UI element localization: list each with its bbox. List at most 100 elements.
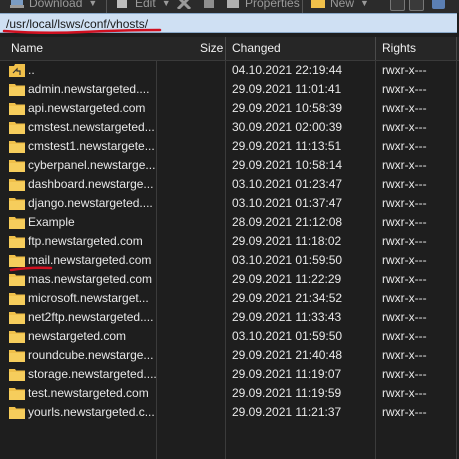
column-header-row: Name Size Changed Rights (0, 37, 459, 61)
file-name: newstargeted.com (28, 329, 127, 343)
table-row[interactable]: dashboard.newstarge... 03.10.2021 01:23:4… (0, 175, 459, 194)
file-changed: 29.09.2021 11:19:07 (232, 367, 342, 381)
folder-icon (9, 197, 25, 210)
chevron-down-icon: ▼ (161, 0, 171, 8)
column-header-rights[interactable]: Rights (382, 37, 416, 60)
folder-icon (9, 330, 25, 343)
edit-label: Edit (135, 0, 156, 10)
file-rights: rwxr-x--- (382, 234, 427, 248)
file-rights: rwxr-x--- (382, 386, 427, 400)
file-name: cmstest1.newstargete... (28, 139, 155, 153)
properties-icon (226, 0, 240, 9)
folder-icon (9, 159, 25, 172)
remove-icon[interactable] (409, 0, 424, 11)
file-rights: rwxr-x--- (382, 253, 427, 267)
new-label: New (330, 0, 355, 10)
rename-icon (202, 0, 216, 9)
chevron-down-icon: ▼ (88, 0, 98, 8)
file-changed: 29.09.2021 11:33:43 (232, 310, 342, 324)
file-rights: rwxr-x--- (382, 329, 427, 343)
file-name: mas.newstargeted.com (28, 272, 153, 286)
download-label: Download (29, 0, 83, 10)
edit-icon (116, 0, 130, 9)
table-row[interactable]: Example 28.09.2021 21:12:08 rwxr-x--- (0, 213, 459, 232)
column-header-size[interactable]: Size (200, 37, 223, 60)
file-rights: rwxr-x--- (382, 196, 427, 210)
column-header-changed[interactable]: Changed (232, 37, 281, 60)
delete-icon (176, 0, 192, 11)
file-rights: rwxr-x--- (382, 139, 427, 153)
file-name: ftp.newstargeted.com (28, 234, 143, 248)
file-changed: 29.09.2021 10:58:39 (232, 101, 343, 115)
file-changed: 29.09.2021 11:22:29 (232, 272, 342, 286)
properties-label: Properties (245, 0, 300, 10)
column-header-name[interactable]: Name (11, 37, 43, 60)
file-list: .. 04.10.2021 22:19:44 rwxr-x--- admin.news… (0, 61, 459, 459)
properties-button[interactable]: Properties (226, 0, 300, 12)
file-changed: 29.09.2021 11:01:41 (232, 82, 342, 96)
new-button[interactable]: New ▼ (311, 0, 369, 12)
edit-button[interactable]: Edit ▼ (116, 0, 171, 12)
file-rights: rwxr-x--- (382, 177, 427, 191)
folder-icon (9, 273, 25, 286)
file-changed: 04.10.2021 22:19:44 (232, 63, 343, 77)
folder-icon (9, 387, 25, 400)
file-name: .. (28, 63, 35, 77)
toolbar-divider (106, 0, 107, 13)
new-folder-icon (311, 0, 325, 9)
file-name: django.newstargeted.... (28, 196, 153, 210)
file-rights: rwxr-x--- (382, 120, 427, 134)
table-row[interactable]: storage.newstargeted.... 29.09.2021 11:19… (0, 365, 459, 384)
table-row[interactable]: admin.newstargeted.... 29.09.2021 11:01:4… (0, 80, 459, 99)
table-row[interactable]: cyberpanel.newstarge... 29.09.2021 10:58:… (0, 156, 459, 175)
file-rights: rwxr-x--- (382, 291, 427, 305)
file-rights: rwxr-x--- (382, 63, 427, 77)
folder-icon (9, 292, 25, 305)
add-icon[interactable] (390, 0, 405, 11)
download-button[interactable]: Download ▼ (10, 0, 97, 12)
file-name: dashboard.newstarge... (28, 177, 154, 191)
file-changed: 30.09.2021 02:00:39 (232, 120, 343, 134)
file-rights: rwxr-x--- (382, 215, 427, 229)
filter-icon[interactable] (432, 0, 445, 9)
file-name: admin.newstargeted.... (28, 82, 150, 96)
folder-icon (9, 140, 25, 153)
table-row[interactable]: cmstest.newstargeted... 30.09.2021 02:00:… (0, 118, 459, 137)
table-row[interactable]: .. 04.10.2021 22:19:44 rwxr-x--- (0, 61, 459, 80)
table-row[interactable]: test.newstargeted.com 29.09.2021 11:19:59… (0, 384, 459, 403)
delete-button[interactable] (176, 0, 196, 12)
file-changed: 29.09.2021 11:19:59 (232, 386, 342, 400)
folder-icon (9, 368, 25, 381)
folder-icon (9, 102, 25, 115)
file-rights: rwxr-x--- (382, 405, 427, 419)
file-name: test.newstargeted.com (28, 386, 149, 400)
file-name: microsoft.newstarget... (28, 291, 149, 305)
table-row[interactable]: microsoft.newstarget... 29.09.2021 21:34:… (0, 289, 459, 308)
column-divider[interactable] (456, 37, 457, 60)
folder-icon (9, 406, 25, 419)
table-row[interactable]: ftp.newstargeted.com 29.09.2021 11:18:02 r… (0, 232, 459, 251)
folder-icon (9, 83, 25, 96)
file-changed: 29.09.2021 11:18:02 (232, 234, 342, 248)
file-name: storage.newstargeted.... (28, 367, 157, 381)
file-name: Example (28, 215, 75, 229)
table-row[interactable]: mail.newstargeted.com 03.10.2021 01:59:50… (0, 251, 459, 270)
rename-button[interactable] (202, 0, 221, 12)
table-row[interactable]: yourls.newstargeted.c... 29.09.2021 11:21… (0, 403, 459, 422)
column-divider[interactable] (375, 37, 376, 60)
table-row[interactable]: api.newstargeted.com 29.09.2021 10:58:39 r… (0, 99, 459, 118)
column-divider[interactable] (225, 37, 226, 60)
file-name: roundcube.newstarge... (28, 348, 154, 362)
table-row[interactable]: cmstest1.newstargete... 29.09.2021 11:13:… (0, 137, 459, 156)
file-rights: rwxr-x--- (382, 82, 427, 96)
path-annotation-underline (2, 28, 162, 35)
file-changed: 03.10.2021 01:59:50 (232, 253, 343, 267)
table-row[interactable]: roundcube.newstarge... 29.09.2021 21:40:4… (0, 346, 459, 365)
file-rights: rwxr-x--- (382, 310, 427, 324)
table-row[interactable]: net2ftp.newstargeted.... 29.09.2021 11:33… (0, 308, 459, 327)
folder-icon (9, 311, 25, 324)
table-row[interactable]: newstargeted.com 03.10.2021 01:59:50 rwxr-… (0, 327, 459, 346)
file-changed: 29.09.2021 21:34:52 (232, 291, 343, 305)
table-row[interactable]: mas.newstargeted.com 29.09.2021 11:22:29 r… (0, 270, 459, 289)
table-row[interactable]: django.newstargeted.... 03.10.2021 01:37:… (0, 194, 459, 213)
